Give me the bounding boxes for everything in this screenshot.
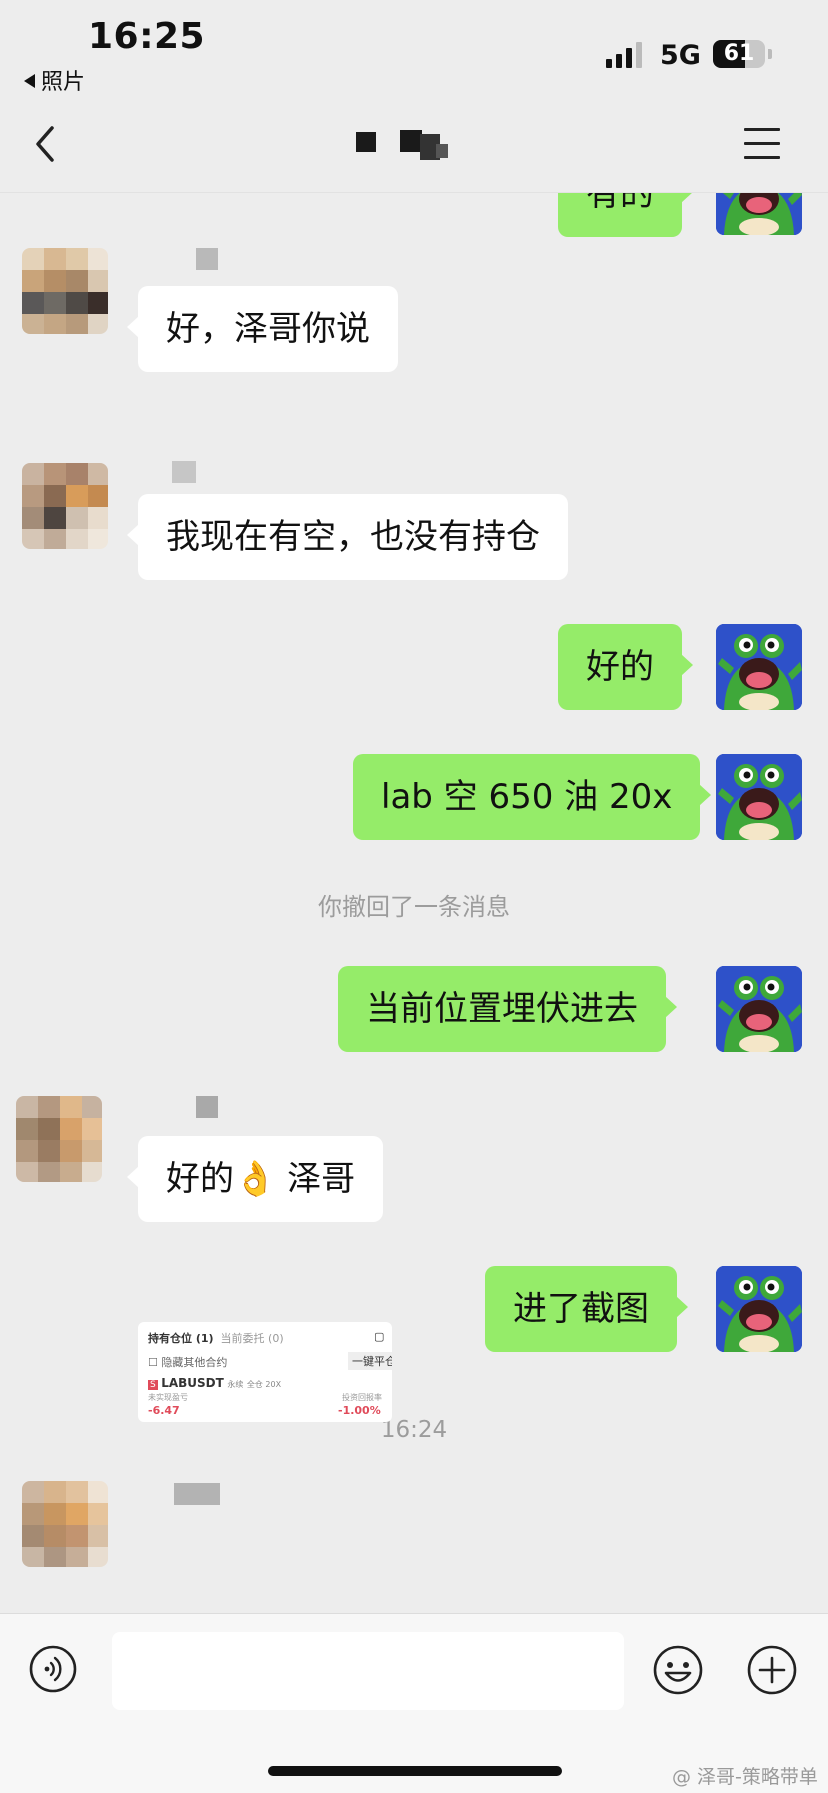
frog-avatar[interactable] bbox=[716, 966, 802, 1052]
thumb-roe-value: -1.00% bbox=[338, 1404, 381, 1417]
timestamp: 16:24 bbox=[380, 1417, 448, 1443]
frog-avatar[interactable] bbox=[716, 624, 802, 710]
frog-avatar-icon bbox=[716, 966, 802, 1052]
thumb-pnl-label: 未实现盈亏 bbox=[148, 1393, 188, 1402]
chat-header bbox=[0, 96, 828, 193]
back-app-label: 照片 bbox=[41, 70, 86, 95]
contact-avatar[interactable] bbox=[22, 463, 108, 549]
frog-avatar-icon bbox=[716, 754, 802, 840]
frog-avatar[interactable] bbox=[716, 1266, 802, 1352]
watermark: @ 泽哥-策略带单 bbox=[672, 1766, 818, 1788]
recalled-message-notice: 你撤回了一条消息 bbox=[318, 893, 510, 921]
frog-avatar[interactable] bbox=[716, 754, 802, 840]
message-bubble-incoming[interactable]: 好的👌 泽哥 bbox=[126, 1136, 384, 1222]
thumb-hide-other: 隐藏其他合约 bbox=[161, 1356, 228, 1369]
thumb-checkbox-icon: ☐ bbox=[148, 1356, 158, 1369]
message-bubble-incoming[interactable]: 好，泽哥你说 bbox=[127, 286, 398, 372]
contact-nickname-redacted bbox=[196, 248, 218, 270]
status-bar: 16:25 照片 5G 61 bbox=[0, 0, 828, 96]
thumb-roe-label: 投资回报率 bbox=[342, 1393, 382, 1402]
thumb-short-icon: S bbox=[148, 1380, 158, 1390]
contact-avatar[interactable] bbox=[22, 1481, 108, 1567]
battery-percent: 61 bbox=[723, 41, 755, 66]
contact-nickname-redacted bbox=[172, 461, 196, 483]
thumb-tab-positions: 持有仓位 (1) bbox=[148, 1332, 214, 1345]
battery-icon: 61 bbox=[713, 40, 772, 68]
message-bubble-incoming[interactable]: 我现在有空，也没有持仓 bbox=[127, 494, 568, 580]
thumb-tag-perp: 永续 bbox=[227, 1380, 244, 1389]
frog-avatar-icon bbox=[716, 1266, 802, 1352]
thumb-tab-orders: 当前委托 (0) bbox=[220, 1332, 284, 1345]
chevron-left-icon[interactable] bbox=[26, 124, 66, 164]
frog-avatar-icon bbox=[716, 193, 802, 235]
chat-messages[interactable]: 有的 好，泽哥你说 我现在有空，也没有持仓 好的 lab 空 650 油 20x… bbox=[0, 193, 828, 1613]
hamburger-menu-icon[interactable] bbox=[744, 128, 780, 160]
input-bar: @ 泽哥-策略带单 bbox=[0, 1613, 828, 1793]
plus-circle-icon[interactable] bbox=[746, 1644, 798, 1696]
smiley-icon[interactable] bbox=[652, 1644, 704, 1696]
message-bubble-outgoing[interactable]: 有的 bbox=[558, 193, 693, 237]
chat-title-redacted bbox=[356, 130, 448, 160]
thumb-symbol: LABUSDT bbox=[161, 1376, 224, 1390]
thumb-close-all: 一键平仓 bbox=[348, 1352, 392, 1370]
message-bubble-outgoing[interactable]: lab 空 650 油 20x bbox=[353, 754, 712, 840]
frog-avatar[interactable] bbox=[716, 193, 802, 235]
back-to-app-link[interactable]: 照片 bbox=[24, 64, 85, 96]
voice-wave-icon[interactable] bbox=[28, 1644, 78, 1694]
message-bubble-outgoing[interactable]: 好的 bbox=[558, 624, 693, 710]
message-bubble-outgoing[interactable]: 当前位置埋伏进去 bbox=[338, 966, 677, 1052]
thumb-pnl-value: -6.47 bbox=[148, 1404, 180, 1417]
message-input[interactable] bbox=[112, 1632, 624, 1710]
message-bubble-outgoing[interactable]: 进了截图 bbox=[485, 1266, 688, 1352]
contact-nickname-redacted bbox=[196, 1096, 218, 1118]
contact-avatar[interactable] bbox=[16, 1096, 102, 1182]
frog-avatar-icon bbox=[716, 624, 802, 710]
status-time: 16:25 bbox=[88, 16, 206, 57]
home-indicator[interactable] bbox=[268, 1766, 562, 1776]
signal-icon bbox=[606, 42, 644, 68]
contact-nickname-redacted bbox=[174, 1483, 220, 1505]
screenshot-image-message[interactable]: 持有仓位 (1) 当前委托 (0) ▢ ☐ 隐藏其他合约 一键平仓 S LABU… bbox=[138, 1322, 392, 1422]
back-triangle-icon bbox=[24, 74, 35, 88]
thumb-share-icon: ▢ bbox=[374, 1330, 385, 1343]
thumb-tag-lev: 全仓 20X bbox=[246, 1380, 282, 1389]
network-type: 5G bbox=[660, 40, 701, 71]
contact-avatar[interactable] bbox=[22, 248, 108, 334]
